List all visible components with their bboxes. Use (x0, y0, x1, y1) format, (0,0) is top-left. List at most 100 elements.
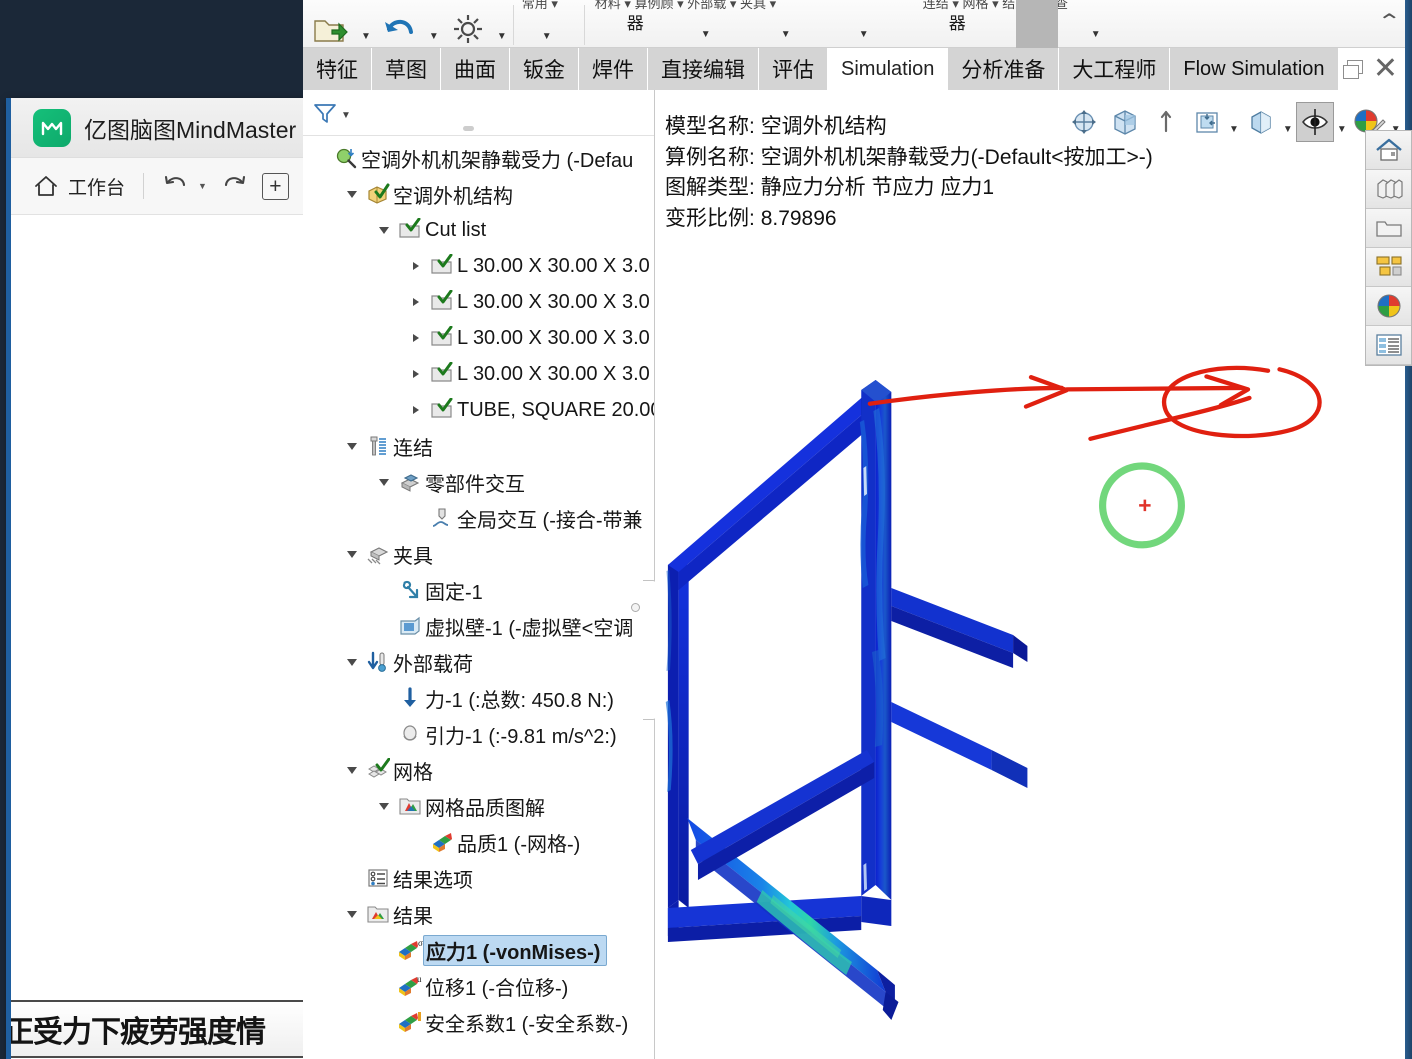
tree-node[interactable]: 空调外机结构 (303, 176, 654, 212)
tree-node[interactable]: σ 应力1 (-vonMises-) (303, 932, 654, 968)
home-resources-icon[interactable] (1366, 131, 1411, 170)
redo-button[interactable] (221, 172, 248, 201)
tab-flow-simulation[interactable]: Flow Simulation (1170, 48, 1339, 90)
plus-icon[interactable]: + (261, 172, 289, 200)
tree-twisty[interactable] (373, 478, 395, 486)
ribbon-dropdown-6-icon[interactable]: ▼ (1091, 30, 1101, 45)
ribbon-dropdown-3-icon[interactable]: ▼ (781, 30, 791, 45)
zoom-to-fit-icon[interactable] (1065, 102, 1103, 142)
tree-node[interactable]: 引力-1 (:-9.81 m/s^2:) (303, 716, 654, 752)
ribbon-dropdown-4-icon[interactable]: ▼ (859, 30, 869, 45)
mindmaster-canvas[interactable]: 正受力下疲劳强度情 (11, 215, 306, 1059)
options-button[interactable] (439, 11, 497, 47)
tab-big-engineer[interactable]: 大工程师 (1059, 48, 1171, 90)
fea-model-render[interactable] (655, 90, 1412, 1059)
tree-twisty[interactable] (341, 766, 363, 774)
collapse-arrow-icon[interactable] (347, 442, 357, 450)
tree-node[interactable]: L 30.00 X 30.00 X 3.0 (303, 284, 654, 320)
design-library-icon[interactable] (1366, 170, 1411, 209)
display-style-icon[interactable] (1242, 102, 1280, 142)
tree-node[interactable]: u 位移1 (-合位移-) (303, 968, 654, 1004)
tree-twisty[interactable] (405, 298, 427, 306)
tree-node[interactable]: 空调外机机架静载受力 (-Defau (303, 140, 654, 176)
filter-funnel-icon[interactable] (313, 101, 337, 125)
collapse-arrow-icon[interactable] (347, 766, 357, 774)
tree-twisty[interactable] (341, 550, 363, 558)
view-orientation-dropdown-icon[interactable]: ▼ (1229, 110, 1239, 135)
restore-window-icon[interactable] (1342, 59, 1363, 79)
close-icon[interactable]: ✕ (1373, 54, 1398, 84)
tree-node[interactable]: 虚拟壁-1 (-虚拟壁<空调 (303, 608, 654, 644)
custom-properties-icon[interactable] (1366, 326, 1411, 365)
tree-node[interactable]: 全局交互 (-接合-带兼 (303, 500, 654, 536)
expand-arrow-icon[interactable] (413, 334, 419, 342)
collapse-arrow-icon[interactable] (347, 550, 357, 558)
tree-node[interactable]: Cut list (303, 212, 654, 248)
view-orientation-icon[interactable] (1188, 102, 1226, 142)
options-dropdown-icon[interactable]: ▼ (497, 32, 507, 47)
tree-node[interactable]: L 30.00 X 30.00 X 3.0 (303, 320, 654, 356)
tree-node[interactable]: 网格 (303, 752, 654, 788)
collapse-arrow-icon[interactable] (379, 478, 389, 486)
tree-node[interactable]: L 30.00 X 30.00 X 3.0 (303, 248, 654, 284)
appearances-scenes-icon[interactable] (1366, 287, 1411, 326)
tree-node[interactable]: 固定-1 (303, 572, 654, 608)
ribbon-dropdown-2-icon[interactable]: ▼ (701, 30, 711, 45)
tab-features[interactable]: 特征 (303, 48, 372, 90)
tab-weldments[interactable]: 焊件 (579, 48, 648, 90)
tree-twisty[interactable] (405, 334, 427, 342)
tree-node[interactable]: 结果选项 (303, 860, 654, 896)
tab-evaluate[interactable]: 评估 (759, 48, 828, 90)
expand-arrow-icon[interactable] (413, 298, 419, 306)
section-direction-icon[interactable] (1147, 102, 1185, 142)
tree-node[interactable]: 连结 (303, 428, 654, 464)
tab-direct-editing[interactable]: 直接编辑 (648, 48, 759, 90)
tree-twisty[interactable] (373, 802, 395, 810)
open-export-button[interactable] (303, 11, 361, 47)
collapse-arrow-icon[interactable] (347, 910, 357, 918)
tab-analysis-prep[interactable]: 分析准备 (948, 48, 1060, 90)
chevron-down-icon[interactable]: ▼ (198, 181, 207, 191)
tree-twisty[interactable] (341, 442, 363, 450)
tree-scroll-indicator[interactable] (631, 603, 640, 612)
section-view-icon[interactable] (1106, 102, 1144, 142)
tree-twisty[interactable] (341, 190, 363, 198)
tree-twisty[interactable] (341, 658, 363, 666)
collapse-arrow-icon[interactable] (379, 226, 389, 234)
tree-node[interactable]: L 30.00 X 30.00 X 3.0 (303, 356, 654, 392)
workbench-button[interactable]: 工作台 (33, 173, 125, 200)
tree-node[interactable]: 安全系数1 (-安全系数-) (303, 1004, 654, 1040)
feature-tree-list[interactable]: 空调外机机架静载受力 (-Defau 空调外机结构 Cut list L 30.00 … (303, 136, 654, 1059)
expand-arrow-icon[interactable] (413, 370, 419, 378)
tree-twisty[interactable] (341, 910, 363, 918)
collapse-arrow-icon[interactable] (379, 802, 389, 810)
expand-arrow-icon[interactable] (413, 262, 419, 270)
tree-twisty[interactable] (405, 406, 427, 414)
tree-node[interactable]: 品质1 (-网格-) (303, 824, 654, 860)
tab-simulation[interactable]: Simulation (828, 48, 949, 90)
expand-arrow-icon[interactable] (413, 406, 419, 414)
tree-node[interactable]: 力-1 (:总数: 450.8 N:) (303, 680, 654, 716)
tree-node[interactable]: 结果 (303, 896, 654, 932)
display-style-dropdown-icon[interactable]: ▼ (1283, 110, 1293, 135)
tree-twisty[interactable] (405, 262, 427, 270)
undo-button[interactable]: ▼ (162, 172, 207, 201)
ribbon-dropdown-1-icon[interactable]: ▼ (542, 32, 552, 47)
tree-node[interactable]: 夹具 (303, 536, 654, 572)
collapse-arrow-icon[interactable] (347, 658, 357, 666)
tree-twisty[interactable] (405, 370, 427, 378)
hide-show-icon[interactable] (1295, 102, 1334, 142)
undo-dropdown-icon[interactable]: ▼ (429, 32, 439, 47)
tree-node[interactable]: TUBE, SQUARE 20.00 (303, 392, 654, 428)
open-dropdown-icon[interactable]: ▼ (361, 32, 371, 47)
chevron-up-icon[interactable]: ⌃ (1377, 12, 1402, 32)
tree-twisty[interactable] (373, 226, 395, 234)
file-explorer-icon[interactable] (1366, 209, 1411, 248)
tab-surfaces[interactable]: 曲面 (441, 48, 510, 90)
tree-node[interactable]: 外部载荷 (303, 644, 654, 680)
tree-node[interactable]: 网格品质图解 (303, 788, 654, 824)
tree-node[interactable]: 零部件交互 (303, 464, 654, 500)
hide-show-dropdown-icon[interactable]: ▼ (1337, 110, 1347, 135)
tree-resize-grip[interactable] (463, 126, 474, 131)
graphics-viewport[interactable]: ▼ ▼ ▼ ▼ 模型名称: 空调外机结构 算例名称: 空调外机机架静载受力(-D… (655, 90, 1412, 1059)
